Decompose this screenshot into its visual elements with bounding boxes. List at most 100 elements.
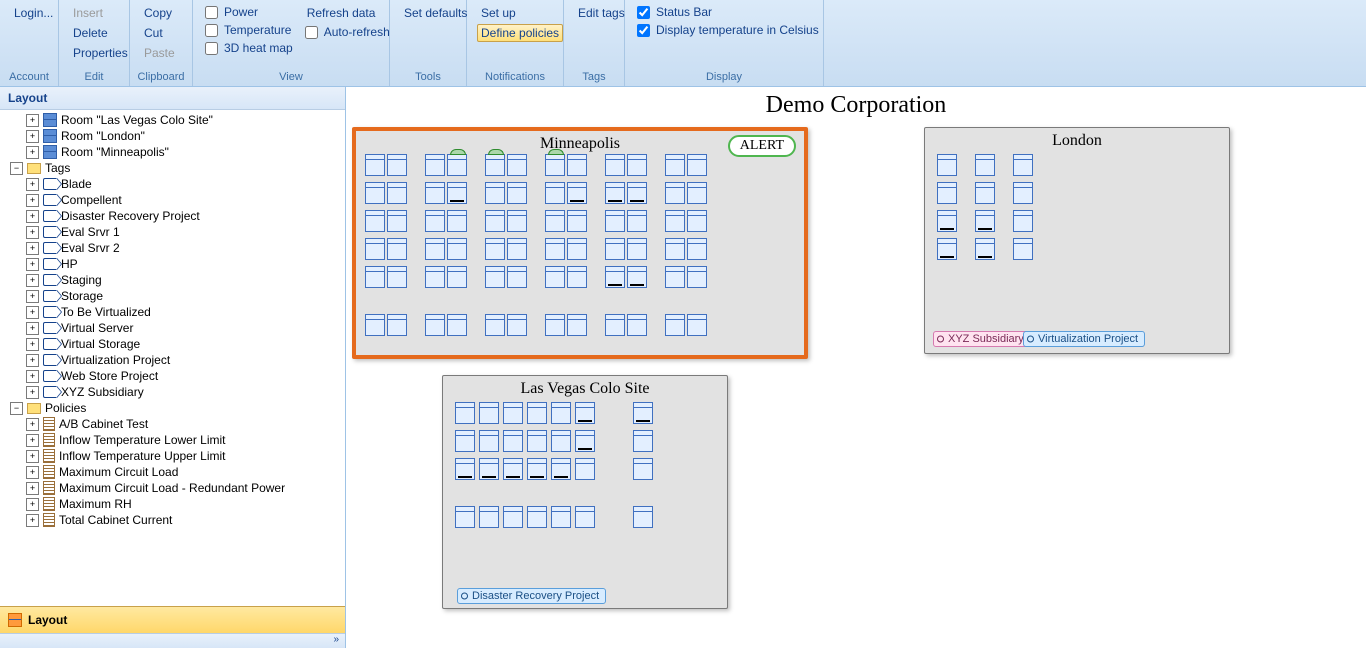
rack[interactable] — [425, 154, 445, 176]
rack[interactable] — [665, 314, 685, 336]
rack[interactable] — [551, 506, 571, 528]
tag-xyz-subsidiary[interactable]: XYZ Subsidiary — [933, 331, 1031, 347]
rack[interactable] — [575, 458, 595, 480]
rack[interactable] — [551, 430, 571, 452]
room-london[interactable]: London XYZ Subsidiary Virtualization Pro… — [924, 127, 1230, 354]
rack[interactable] — [1013, 210, 1033, 232]
rack[interactable] — [365, 182, 385, 204]
rack[interactable] — [387, 266, 407, 288]
rack[interactable] — [365, 314, 385, 336]
login-button[interactable]: Login... — [10, 4, 57, 22]
rack[interactable] — [479, 506, 499, 528]
rack[interactable] — [575, 402, 595, 424]
rack[interactable] — [387, 154, 407, 176]
rack[interactable] — [687, 314, 707, 336]
rack[interactable] — [545, 314, 565, 336]
rack[interactable] — [479, 430, 499, 452]
rack[interactable] — [485, 182, 505, 204]
rack[interactable] — [627, 182, 647, 204]
tree-policy-0[interactable]: A/B Cabinet Test — [0, 416, 345, 432]
rack[interactable] — [605, 182, 625, 204]
rack[interactable] — [627, 210, 647, 232]
rack[interactable] — [665, 266, 685, 288]
rack[interactable] — [485, 238, 505, 260]
edit-tags-button[interactable]: Edit tags — [574, 4, 629, 22]
rack[interactable] — [387, 210, 407, 232]
rack[interactable] — [1013, 238, 1033, 260]
rack[interactable] — [633, 430, 653, 452]
rack[interactable] — [507, 182, 527, 204]
rack[interactable] — [665, 210, 685, 232]
rack[interactable] — [687, 210, 707, 232]
rack[interactable] — [975, 238, 995, 260]
rack[interactable] — [479, 402, 499, 424]
rack[interactable] — [1013, 154, 1033, 176]
rack[interactable] — [545, 154, 565, 176]
sidebar-nav-layout[interactable]: Layout — [0, 606, 345, 633]
rack[interactable] — [387, 238, 407, 260]
expand-icon[interactable] — [26, 274, 39, 287]
rack[interactable] — [507, 154, 527, 176]
rack[interactable] — [937, 210, 957, 232]
define-policies-button[interactable]: Define policies — [477, 24, 563, 42]
rack[interactable] — [503, 458, 523, 480]
rack[interactable] — [455, 402, 475, 424]
canvas[interactable]: Demo Corporation Minneapolis ALERT Londo… — [346, 87, 1366, 648]
rack[interactable] — [627, 238, 647, 260]
delete-button[interactable]: Delete — [69, 24, 132, 42]
tree-tag-2[interactable]: Disaster Recovery Project — [0, 208, 345, 224]
rack[interactable] — [425, 238, 445, 260]
room-vegas[interactable]: Las Vegas Colo Site Disaster Recovery Pr… — [442, 375, 728, 609]
rack[interactable] — [975, 154, 995, 176]
rack[interactable] — [527, 458, 547, 480]
rack[interactable] — [687, 182, 707, 204]
temperature-checkbox[interactable]: Temperature — [203, 22, 295, 38]
rack[interactable] — [545, 210, 565, 232]
rack[interactable] — [567, 314, 587, 336]
tree-room-0[interactable]: Room "Las Vegas Colo Site" — [0, 112, 345, 128]
rack[interactable] — [507, 314, 527, 336]
rack[interactable] — [455, 458, 475, 480]
tree-policy-1[interactable]: Inflow Temperature Lower Limit — [0, 432, 345, 448]
room-minneapolis[interactable]: Minneapolis ALERT — [352, 127, 808, 359]
tree-tag-9[interactable]: Virtual Server — [0, 320, 345, 336]
rack[interactable] — [527, 402, 547, 424]
rack[interactable] — [633, 402, 653, 424]
rack[interactable] — [545, 182, 565, 204]
tree-tag-8[interactable]: To Be Virtualized — [0, 304, 345, 320]
rack[interactable] — [485, 266, 505, 288]
expand-icon[interactable] — [26, 290, 39, 303]
expand-icon[interactable] — [26, 514, 39, 527]
power-checkbox[interactable]: Power — [203, 4, 295, 20]
rack[interactable] — [527, 430, 547, 452]
rack[interactable] — [365, 210, 385, 232]
rack[interactable] — [567, 238, 587, 260]
expand-icon[interactable] — [26, 322, 39, 335]
celsius-checkbox[interactable]: Display temperature in Celsius — [635, 22, 821, 38]
rack[interactable] — [485, 154, 505, 176]
rack[interactable] — [425, 314, 445, 336]
rack[interactable] — [975, 210, 995, 232]
rack[interactable] — [455, 506, 475, 528]
refresh-button[interactable]: Refresh data — [303, 4, 392, 22]
rack[interactable] — [365, 266, 385, 288]
rack[interactable] — [507, 210, 527, 232]
expand-icon[interactable] — [26, 114, 39, 127]
rack[interactable] — [387, 314, 407, 336]
alert-badge[interactable]: ALERT — [728, 135, 796, 157]
expand-icon[interactable] — [26, 386, 39, 399]
rack[interactable] — [447, 210, 467, 232]
rack[interactable] — [687, 154, 707, 176]
tree-tag-3[interactable]: Eval Srvr 1 — [0, 224, 345, 240]
rack[interactable] — [605, 266, 625, 288]
tree-tag-11[interactable]: Virtualization Project — [0, 352, 345, 368]
tree-tag-1[interactable]: Compellent — [0, 192, 345, 208]
rack[interactable] — [447, 182, 467, 204]
rack[interactable] — [485, 210, 505, 232]
sidebar-collapse[interactable]: » — [0, 633, 345, 648]
expand-icon[interactable] — [26, 194, 39, 207]
tree-policy-3[interactable]: Maximum Circuit Load — [0, 464, 345, 480]
rack[interactable] — [687, 266, 707, 288]
properties-button[interactable]: Properties — [69, 44, 132, 62]
rack[interactable] — [665, 238, 685, 260]
